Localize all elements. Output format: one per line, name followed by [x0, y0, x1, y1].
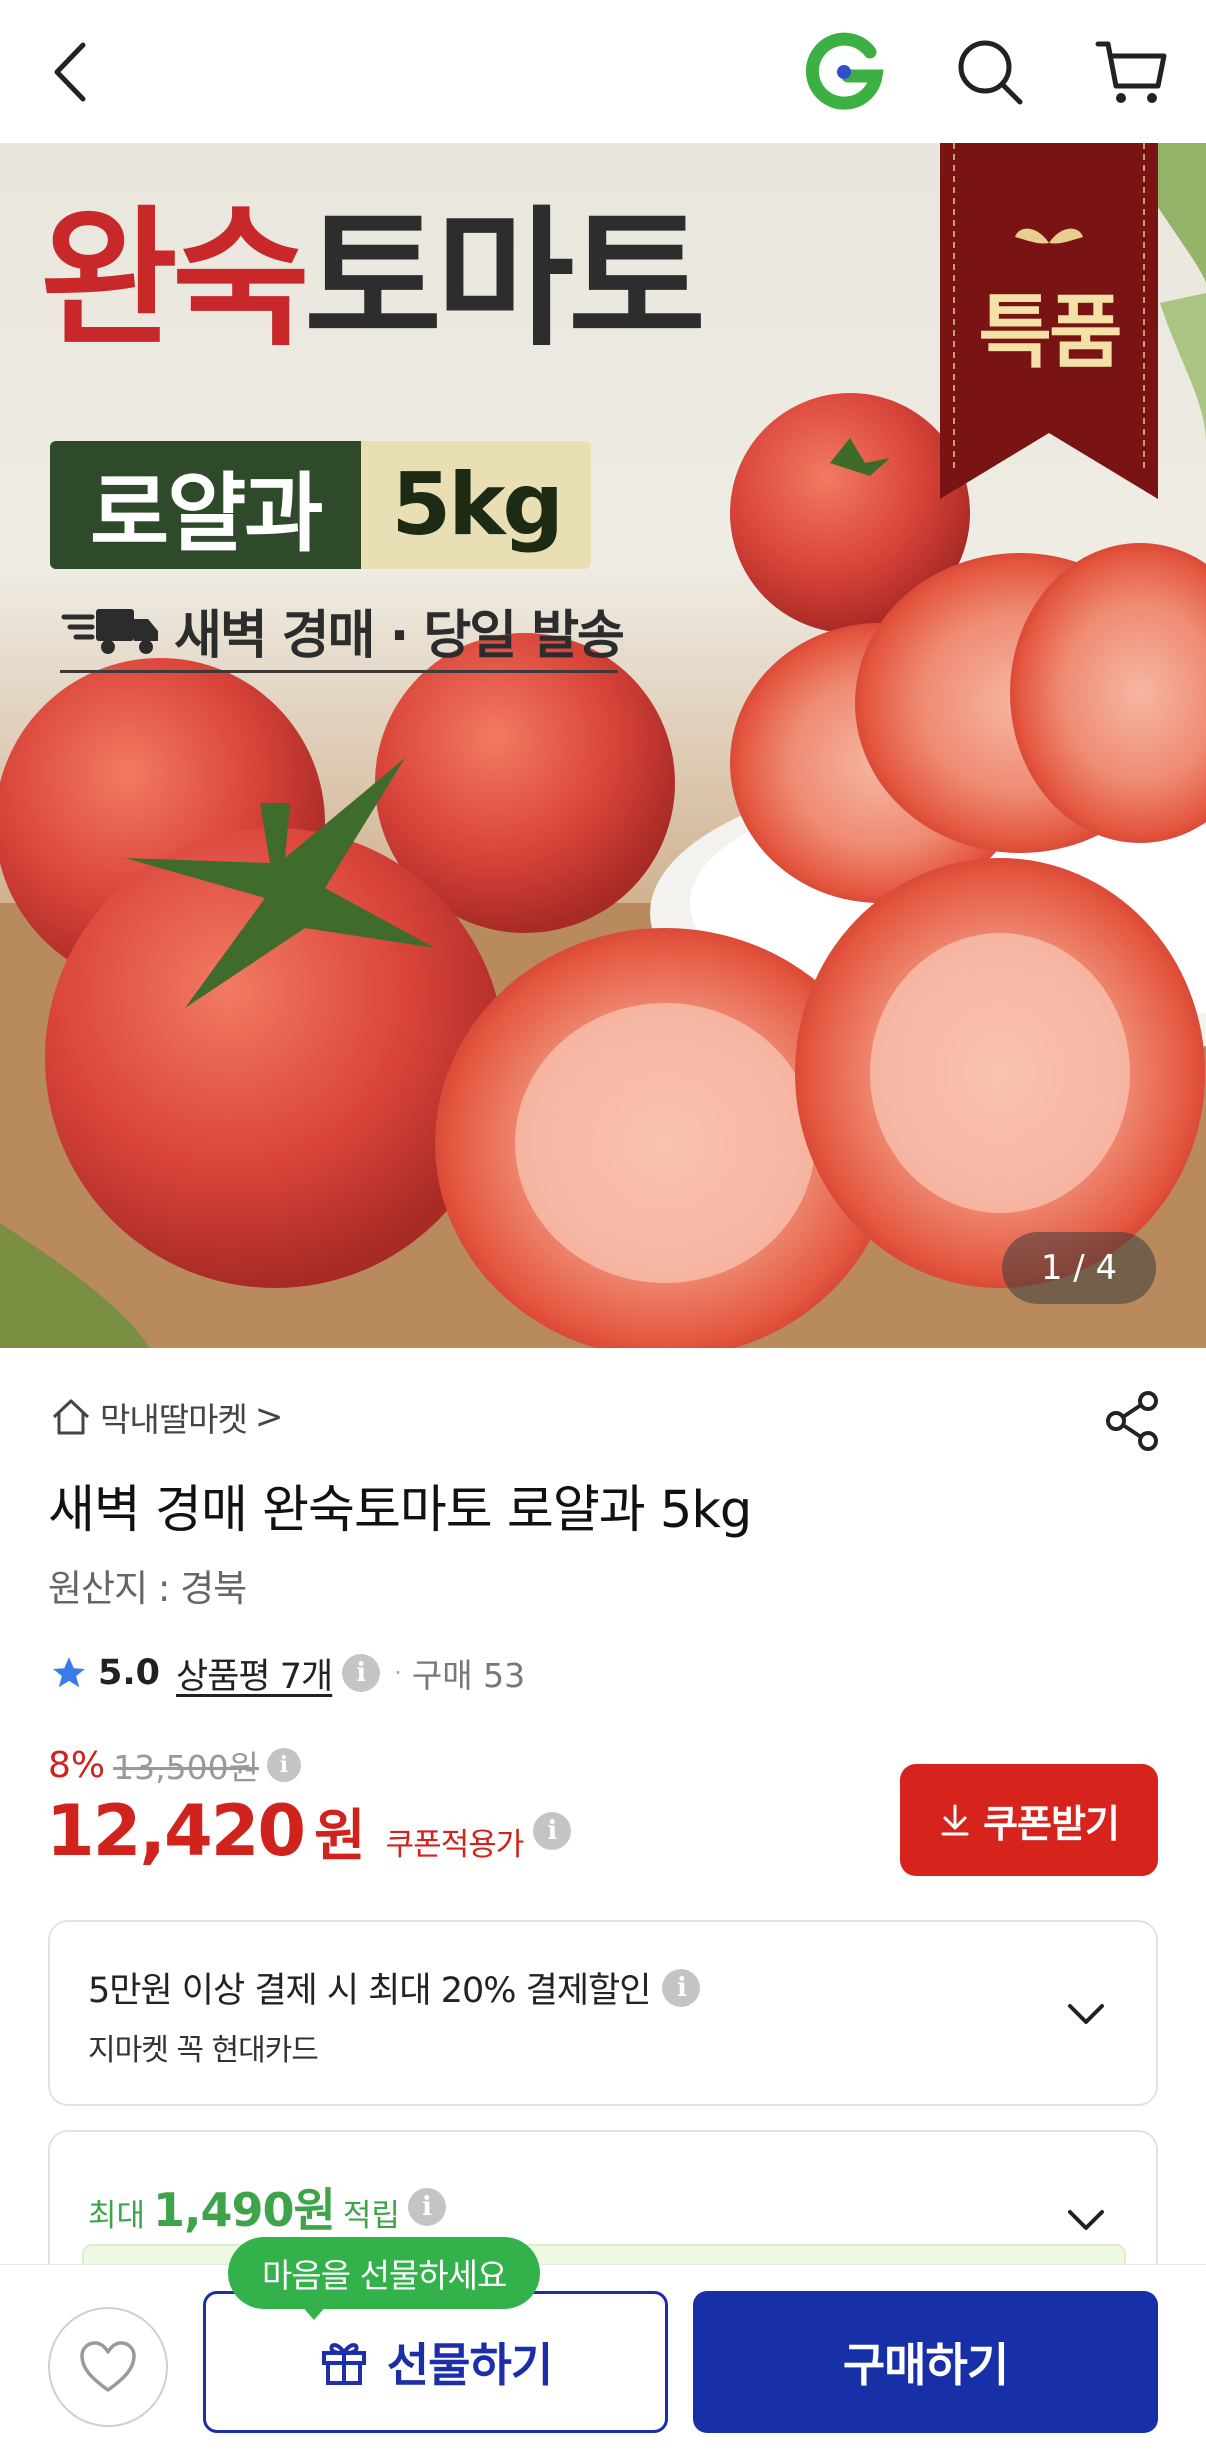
product-image-carousel[interactable]: 완숙토마토 로얄과 5kg 새벽 경매 · 당일 발송 특품 1 / 4 [0, 143, 1206, 1348]
info-icon[interactable]: i [407, 2188, 446, 2226]
download-icon [941, 1804, 969, 1836]
delivery-truck-icon [61, 608, 158, 654]
chevron-right-icon: > [254, 1397, 284, 1437]
info-icon[interactable]: i [533, 1812, 572, 1850]
points-suffix: 적립 [342, 2198, 400, 2234]
info-icon[interactable]: i [266, 1748, 301, 1782]
points-prefix: 최대 [88, 2198, 146, 2234]
gift-button-label: 선물하기 [386, 2338, 553, 2392]
share-button[interactable] [1096, 1385, 1168, 1457]
gift-button[interactable]: 선물하기 [203, 2291, 668, 2433]
discount-rate: 8% [48, 1744, 106, 1786]
price-unit: 원 [314, 1804, 366, 1869]
card-discount-info: 5만원 이상 결제 시 최대 20% 결제할인 i [88, 1962, 701, 2013]
price-row: 12,420 원 쿠폰적용가 i [46, 1790, 572, 1872]
carousel-page-indicator: 1 / 4 [1002, 1232, 1156, 1304]
card-discount-panel[interactable]: 5만원 이상 결제 시 최대 20% 결제할인 i 지마켓 꼭 현대카드 [48, 1920, 1158, 2106]
search-button[interactable] [948, 30, 1032, 114]
weight-label: 5kg [361, 441, 591, 569]
share-icon [1106, 1391, 1158, 1451]
card-name: 지마켓 꼭 현대카드 [88, 2033, 319, 2068]
gmarket-home-button[interactable] [802, 30, 886, 114]
get-coupon-button[interactable]: 쿠폰받기 [900, 1764, 1158, 1876]
info-icon[interactable]: i [342, 1654, 381, 1692]
gift-tooltip: 마음을 선물하세요 [228, 2237, 541, 2309]
points-info: 최대 1,490원 적립 i [88, 2174, 446, 2240]
home-icon [52, 1399, 90, 1435]
chevron-down-icon[interactable] [1062, 1990, 1110, 2038]
review-count-link[interactable]: 상품평 7개 [176, 1648, 333, 1699]
wishlist-button[interactable] [48, 2307, 168, 2427]
search-icon [958, 40, 1023, 105]
separator-dot: · [394, 1659, 402, 1687]
hero-subtitle: 새벽 경매 · 당일 발송 [60, 593, 625, 668]
info-icon[interactable]: i [662, 1968, 701, 2007]
chevron-down-icon[interactable] [1062, 2196, 1110, 2244]
rating-row: 5.0 상품평 7개 i · 구매 53 [50, 1645, 525, 1701]
shop-name: 막내딸마켓 [100, 1400, 248, 1439]
rating-value: 5.0 [98, 1653, 161, 1693]
coupon-button-label: 쿠폰받기 [983, 1801, 1120, 1846]
back-button[interactable] [30, 30, 114, 114]
hero-title: 완숙토마토 [40, 193, 706, 367]
product-origin: 원산지 : 경북 [48, 1567, 247, 1610]
shop-link[interactable]: 막내딸마켓 > [50, 1393, 283, 1441]
star-icon [53, 1657, 85, 1688]
gift-tooltip-tail [300, 2304, 328, 2320]
discount-row: 8% 13,500원 i [48, 1741, 301, 1789]
gift-icon [321, 2343, 366, 2385]
product-title: 새벽 경매 완숙토마토 로얄과 5kg [48, 1481, 752, 1540]
hero-divider [60, 670, 618, 673]
cart-button[interactable] [1090, 30, 1174, 114]
cart-icon [1095, 41, 1167, 103]
coupon-price-label: 쿠폰적용가 [385, 1827, 525, 1863]
original-price: 13,500원 [113, 1748, 259, 1787]
bottom-action-bar: 선물하기 구매하기 [0, 2264, 1206, 2460]
gmarket-g-icon [805, 32, 884, 110]
grade-label: 로얄과 [50, 441, 362, 569]
buy-button-label: 구매하기 [842, 2338, 1009, 2392]
card-discount-text: 5만원 이상 결제 시 최대 20% 결제할인 [88, 1971, 651, 2011]
buy-button[interactable]: 구매하기 [693, 2291, 1158, 2433]
sale-price: 12,420 [46, 1790, 306, 1872]
chevron-left-icon [54, 42, 86, 102]
heart-icon [80, 2341, 136, 2392]
hero-grade-badge: 로얄과 5kg [50, 441, 591, 569]
purchase-count: 구매 53 [411, 1656, 526, 1695]
points-amount: 1,490원 [153, 2183, 336, 2237]
ribbon-label: 특품 [978, 286, 1122, 379]
top-header [0, 0, 1206, 143]
